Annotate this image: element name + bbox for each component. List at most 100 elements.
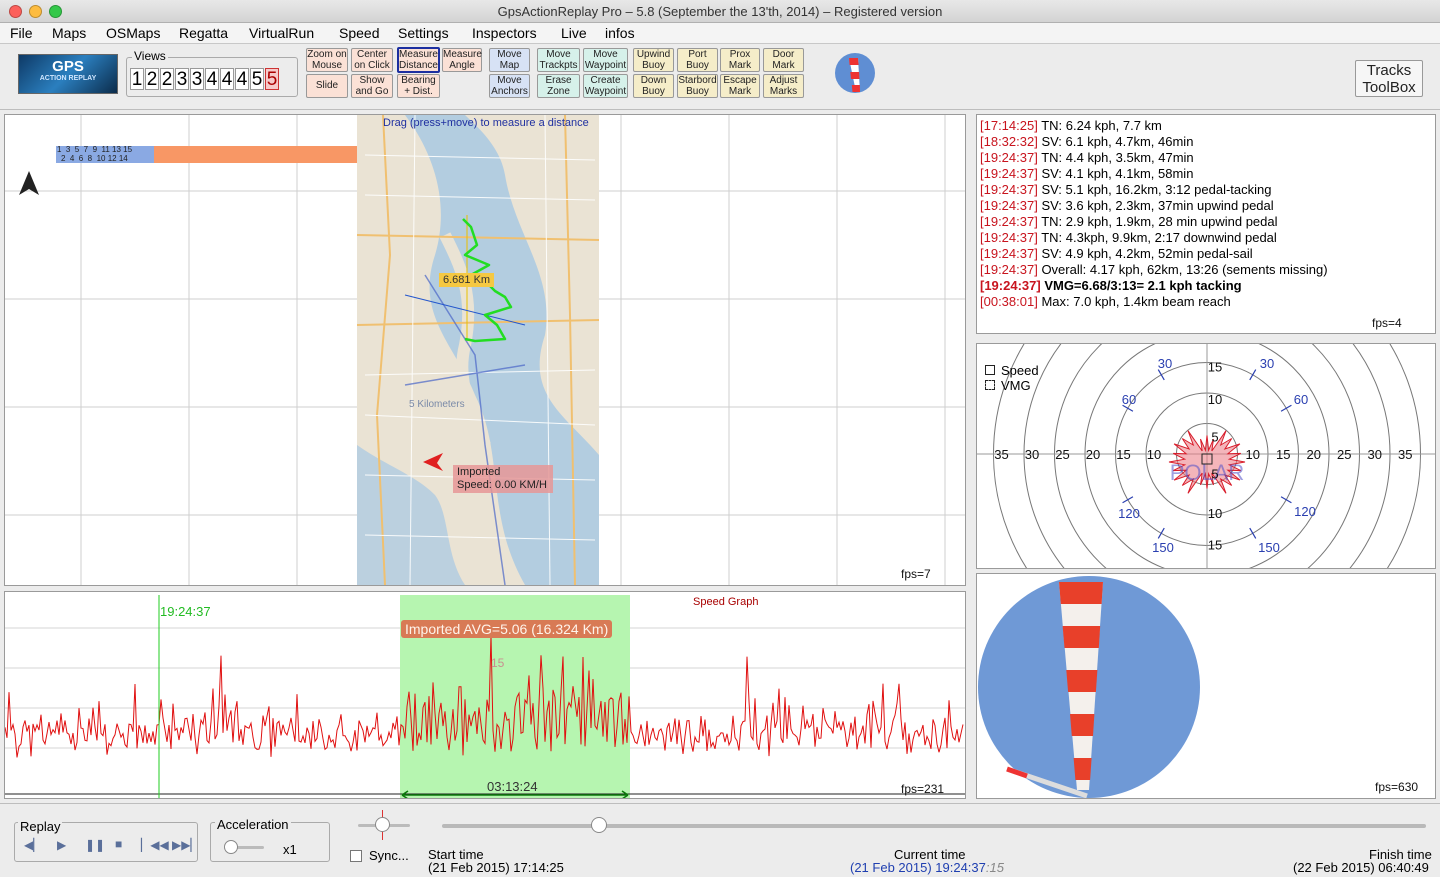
- upwind-buoy-button[interactable]: Upwind Buoy: [633, 48, 674, 72]
- polar-angle-label: 60: [1294, 392, 1308, 407]
- view-button-7[interactable]: 4: [220, 68, 234, 90]
- polar-panel[interactable]: POLAR 35 30 25 20 15 10 10 15 20 25 30 35 15 10 5 5 10 15 3…: [976, 343, 1436, 569]
- measure-angle-button[interactable]: Measure Angle: [442, 48, 482, 72]
- polar-x-tick: 35: [994, 447, 1008, 462]
- measure-distance-button[interactable]: Measure Distance: [397, 47, 440, 73]
- polar-y-tick: 5: [1211, 430, 1218, 445]
- menu-file[interactable]: File: [10, 25, 33, 41]
- adjust-marks-button[interactable]: Adjust Marks: [763, 74, 804, 98]
- stop-icon[interactable]: ■: [115, 837, 122, 851]
- speed-checkbox[interactable]: [985, 365, 995, 375]
- log-entry: [19:24:37] TN: 4.4 kph, 3.5km, 47min: [980, 150, 1420, 166]
- track-popup-title: Imported: [457, 466, 501, 478]
- log-timestamp: [19:24:37]: [980, 278, 1041, 293]
- log-entry: [19:24:37] VMG=6.68/3:13= 2.1 kph tackin…: [980, 278, 1420, 294]
- menu-inspectors[interactable]: Inspectors: [472, 25, 537, 41]
- polar-chart[interactable]: POLAR 35 30 25 20 15 10 10 15 20 25 30 35 15 10 5 5 10 15 3…: [977, 344, 1436, 569]
- polar-x-tick: 25: [1055, 447, 1069, 462]
- menu-live[interactable]: Live: [561, 25, 587, 41]
- view-button-3[interactable]: 2: [160, 68, 174, 90]
- move-trackpoints-button[interactable]: Move Trackpts: [537, 48, 580, 72]
- polar-x-tick: 35: [1398, 447, 1412, 462]
- speed-graph-panel[interactable]: Speed Graph 19:24:37 Imported AVG=5.06 (…: [4, 591, 966, 799]
- log-text: SV: 4.1 kph, 4.1km, 58min: [1037, 166, 1194, 181]
- sync-slider[interactable]: [358, 810, 410, 840]
- log-text: SV: 4.9 kph, 4.2km, 52min pedal-sail: [1037, 246, 1253, 261]
- map-tile: 5 Kilometers: [356, 115, 600, 585]
- log-text: TN: 6.24 kph, 7.7 km: [1037, 118, 1162, 133]
- sync-slider-thumb[interactable]: [375, 817, 390, 832]
- menu-regatta[interactable]: Regatta: [179, 25, 228, 41]
- escape-mark-button[interactable]: Escape Mark: [720, 74, 760, 98]
- view-button-2[interactable]: 2: [145, 68, 159, 90]
- polar-x-tick: 10: [1147, 447, 1161, 462]
- move-waypoint-button[interactable]: Move Waypoint: [583, 48, 628, 72]
- map-canvas[interactable]: 5 Kilometers: [5, 115, 966, 586]
- replay-controls: Replay ◀▏ ▶ ❚❚ ■ ▏◀◀ ▶▶▏ Acceleration x1…: [0, 803, 1440, 877]
- menu-osmaps[interactable]: OSMaps: [106, 25, 160, 41]
- map-scale-text: 5 Kilometers: [409, 399, 465, 410]
- menu-speed[interactable]: Speed: [339, 25, 379, 41]
- polar-x-tick: 20: [1307, 447, 1321, 462]
- show-and-go-button[interactable]: Show and Go: [351, 74, 393, 98]
- create-waypoint-button[interactable]: Create Waypoint: [583, 74, 628, 98]
- slide-button[interactable]: Slide: [306, 74, 348, 98]
- acceleration-label: Acceleration: [215, 817, 291, 832]
- timeline-slider-thumb[interactable]: [591, 817, 608, 833]
- log-timestamp: [19:24:37]: [980, 166, 1038, 181]
- legend-speed[interactable]: Speed: [985, 363, 1039, 378]
- prox-mark-button[interactable]: Prox Mark: [720, 48, 760, 72]
- map-hint: Drag (press+move) to measure a distance: [383, 117, 589, 129]
- log-entry: [19:24:37] TN: 2.9 kph, 1.9km, 28 min up…: [980, 214, 1420, 230]
- polar-angle-label: 120: [1294, 504, 1316, 519]
- center-on-click-button[interactable]: Center on Click: [351, 48, 393, 72]
- windsock-toggle-icon[interactable]: [834, 52, 876, 94]
- log-text: TN: 4.3kph, 9.9km, 2:17 downwind pedal: [1037, 230, 1277, 245]
- view-button-9[interactable]: 5: [250, 68, 264, 90]
- view-button-10[interactable]: 5: [265, 68, 279, 90]
- log-entry: [19:24:37] SV: 4.9 kph, 4.2km, 52min ped…: [980, 246, 1420, 262]
- rewind-start-icon[interactable]: ▏◀◀: [141, 838, 169, 852]
- sync-checkbox[interactable]: [350, 850, 362, 862]
- polar-x-tick: 30: [1368, 447, 1382, 462]
- close-window-button[interactable]: [9, 5, 22, 18]
- down-buoy-button[interactable]: Down Buoy: [633, 74, 674, 98]
- door-mark-button[interactable]: Door Mark: [763, 48, 804, 72]
- minimize-window-button[interactable]: [29, 5, 42, 18]
- view-button-4[interactable]: 3: [175, 68, 189, 90]
- vmg-checkbox[interactable]: [985, 380, 995, 390]
- zoom-window-button[interactable]: [49, 5, 62, 18]
- step-back-icon[interactable]: ◀▏: [24, 838, 42, 852]
- legend-vmg[interactable]: VMG: [985, 378, 1031, 393]
- starbord-buoy-button[interactable]: Starbord Buoy: [677, 74, 718, 98]
- view-button-8[interactable]: 4: [235, 68, 249, 90]
- menu-settings[interactable]: Settings: [398, 25, 449, 41]
- acceleration-slider-thumb[interactable]: [224, 840, 238, 854]
- view-button-5[interactable]: 3: [190, 68, 204, 90]
- play-icon[interactable]: ▶: [57, 838, 66, 852]
- log-text: SV: 6.1 kph, 4.7km, 46min: [1037, 134, 1194, 149]
- tracks-toolbox-button[interactable]: Tracks ToolBox: [1355, 60, 1423, 97]
- track-popup: Imported Speed: 0.00 KM/H: [453, 465, 553, 493]
- pause-icon[interactable]: ❚❚: [85, 838, 105, 852]
- map-panel[interactable]: 5 Kilometers Drag (press+move) to measur…: [4, 114, 966, 586]
- menu-virtualrun[interactable]: VirtualRun: [249, 25, 314, 41]
- acceleration-value: x1: [283, 842, 297, 857]
- zoom-on-mouse-button[interactable]: Zoom on Mouse: [306, 48, 348, 72]
- polar-angle-label: 30: [1260, 356, 1274, 371]
- log-text: VMG=6.68/3:13= 2.1 kph tacking: [1040, 278, 1242, 293]
- menu-infos[interactable]: infos: [605, 25, 635, 41]
- move-anchors-button[interactable]: Move Anchors: [489, 74, 530, 98]
- forward-end-icon[interactable]: ▶▶▏: [172, 838, 200, 852]
- menu-maps[interactable]: Maps: [52, 25, 86, 41]
- view-button-6[interactable]: 4: [205, 68, 219, 90]
- move-map-button[interactable]: Move Map: [489, 48, 530, 72]
- bearing-distance-button[interactable]: Bearing + Dist.: [397, 74, 440, 98]
- acceleration-slider[interactable]: [224, 840, 264, 854]
- port-buoy-button[interactable]: Port Buoy: [677, 48, 718, 72]
- log-timestamp: [18:32:32]: [980, 134, 1038, 149]
- timeline-slider[interactable]: [442, 817, 1426, 833]
- erase-zone-button[interactable]: Erase Zone: [537, 74, 580, 98]
- view-button-1[interactable]: 1: [130, 68, 144, 90]
- log-entry: [19:24:37] SV: 3.6 kph, 2.3km, 37min upw…: [980, 198, 1420, 214]
